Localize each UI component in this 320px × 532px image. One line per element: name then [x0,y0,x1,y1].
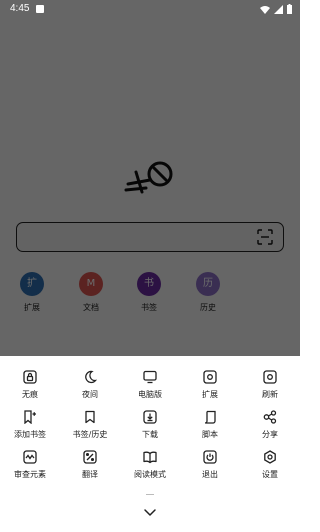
chevron-down-icon[interactable] [142,506,158,520]
battery-icon [287,4,292,14]
share-icon [263,410,277,424]
menu-item-inspect[interactable]: 审查元素 [0,446,60,486]
menu-item-bookmarks-history[interactable]: 书签/历史 [60,406,120,446]
menu-item-incognito[interactable]: 无痕 [0,366,60,406]
status-time: 4:45 [10,3,30,14]
inspect-icon [23,450,37,464]
settings-icon [264,450,276,464]
signal-icon [274,4,283,14]
menu-item-label: 书签/历史 [72,430,108,439]
menu-item-night-mode[interactable]: 夜间 [60,366,120,406]
menu-item-label: 审查元素 [14,470,46,479]
menu-item-label: 下载 [142,430,158,439]
menu-item-refresh[interactable]: 刷新 [240,366,300,406]
menu-item-extensions[interactable]: 扩展 [180,366,240,406]
menu-item-label: 阅读模式 [134,470,166,479]
status-icons [260,4,292,14]
menu-item-label: 分享 [262,430,278,439]
menu-item-label: 夜间 [82,390,98,399]
menu-item-label: 无痕 [22,390,38,399]
bookmark-icon [85,410,95,424]
menu-item-label: 退出 [202,470,218,479]
browser-menu-sheet: 无痕 夜间 电脑版 扩展 刷新 添加书签 书签/历史 下载 脚本 分享 审查元素… [0,356,300,532]
menu-item-label: 脚本 [202,430,218,439]
translate-icon [83,450,97,464]
menu-item-exit[interactable]: 退出 [180,446,240,486]
lock-icon [23,370,37,384]
moon-icon [85,370,97,384]
book-icon [143,451,157,464]
menu-item-settings[interactable]: 设置 [240,446,300,486]
wifi-icon [260,5,270,14]
menu-item-desktop-mode[interactable]: 电脑版 [120,366,180,406]
refresh-icon [263,370,277,384]
dim-overlay[interactable] [0,0,300,356]
sheet-drag-handle[interactable] [146,494,154,495]
notification-icon [36,5,44,13]
menu-item-reading-mode[interactable]: 阅读模式 [120,446,180,486]
menu-item-label: 添加书签 [14,430,46,439]
menu-item-scripts[interactable]: 脚本 [180,406,240,446]
download-icon [143,410,157,424]
menu-item-add-bookmark[interactable]: 添加书签 [0,406,60,446]
menu-item-label: 翻译 [82,470,98,479]
script-icon [204,410,216,424]
power-icon [203,450,217,464]
menu-item-label: 设置 [262,470,278,479]
menu-item-label: 电脑版 [138,390,162,399]
extension-icon [203,370,217,384]
menu-item-share[interactable]: 分享 [240,406,300,446]
menu-item-downloads[interactable]: 下载 [120,406,180,446]
bookmark-add-icon [24,410,36,424]
menu-item-translate[interactable]: 翻译 [60,446,120,486]
menu-item-label: 刷新 [262,390,278,399]
menu-item-label: 扩展 [202,390,218,399]
status-bar: 4:45 [0,0,300,20]
monitor-icon [143,370,157,384]
